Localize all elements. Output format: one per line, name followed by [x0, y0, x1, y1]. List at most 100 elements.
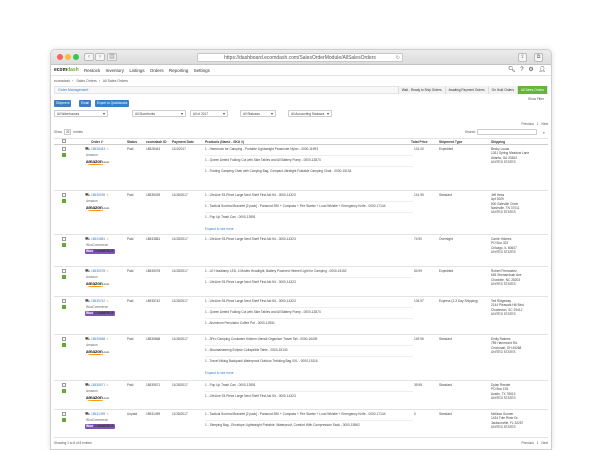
browser-window: ‹ › ▥ https://dashboard.ecomdash.com/Sal… [50, 49, 552, 450]
shipping-address: Robert Fernandez 645 Shenandoah Ave Charlo… [491, 269, 521, 286]
row-checkbox[interactable] [62, 337, 66, 341]
row-checkbox[interactable] [62, 237, 66, 241]
address-line: UNITED STATES [491, 159, 516, 164]
search-input[interactable] [477, 129, 537, 135]
truck-icon: ⛟ [85, 146, 91, 151]
nav-orders[interactable]: Orders [150, 68, 164, 73]
table-row[interactable]: ⛟ 18535742✎ WooCommerce WooCOMMERCE Paid 1853… [54, 297, 548, 335]
table-row[interactable]: ⛟ 18535078✎ Amazon amazon.com Paid 18535078 11… [54, 267, 548, 297]
total-price: 54.99 [414, 269, 422, 273]
ecomdash-id: 18528443 [146, 147, 161, 151]
zoom-window-button[interactable] [73, 54, 79, 60]
shipping-address: Carrie Holmes PO Box 323 Chicago, IL 60607… [491, 237, 517, 254]
forward-icon[interactable]: › [95, 53, 105, 61]
paid-checkmark-icon [62, 199, 66, 203]
expand-link[interactable]: Expand to see more [205, 371, 234, 375]
nav-listings[interactable]: Listings [129, 68, 144, 73]
product-line: 1 - Queen Airbed Folding Cot with Side T… [205, 158, 321, 162]
tab-on-hold[interactable]: On Hold Orders [487, 86, 517, 94]
row-checkbox[interactable] [62, 193, 66, 197]
order-number-link[interactable]: 18533881✎ [91, 237, 109, 241]
close-window-button[interactable] [57, 54, 63, 60]
order-status: Paid [127, 337, 134, 341]
channel-name: Amazon [86, 275, 98, 279]
search-icon[interactable]: 🔍︎ [508, 67, 516, 73]
footer-next-link[interactable]: Next [541, 441, 548, 445]
footer-page-1-link[interactable]: 1 [537, 441, 539, 445]
crumb-home[interactable]: ecomdash [54, 79, 70, 83]
order-number-link[interactable]: 18528443✎ [91, 147, 109, 151]
status-select[interactable]: All Statuses [240, 110, 276, 117]
minimize-window-button[interactable] [65, 54, 71, 60]
prev-link[interactable]: Previous [521, 122, 533, 126]
order-number-link[interactable]: 18535742✎ [91, 299, 109, 303]
tab-awaiting-payment[interactable]: Awaiting Payment Orders [444, 86, 488, 94]
ecomdash-id: 18535668 [146, 337, 161, 341]
nav-settings[interactable]: Settings [194, 68, 210, 73]
crumb-sales-orders[interactable]: Sales Orders [76, 79, 96, 83]
search-icon[interactable]: ⌕ [543, 129, 545, 136]
next-link[interactable]: Next [541, 122, 548, 126]
nav-restock[interactable]: Restock [84, 68, 100, 73]
table-row[interactable]: ⛟ 18535039✎ Amazon amazon.com Paid 18535039 11… [54, 191, 548, 235]
channel-name: Amazon [86, 389, 98, 393]
row-checkbox[interactable] [62, 299, 66, 303]
share-icon[interactable]: ⇪ [518, 53, 527, 62]
select-all-checkbox[interactable] [62, 139, 66, 143]
export-quickbooks-button[interactable]: Export to Quickbooks [95, 100, 130, 107]
warehouse-select[interactable]: All Warehouses [54, 110, 108, 117]
nav-inventory[interactable]: Inventory [106, 68, 125, 73]
table-row[interactable]: ⛟ 18531499✎ WooCommerce WooCOMMERCE Unpaid 18… [54, 410, 548, 438]
table-row[interactable]: ⛟ 18535571✎ Amazon amazon.com Paid 18535571 11… [54, 381, 548, 410]
order-number-link[interactable]: 18535668✎ [91, 337, 109, 341]
order-number-link[interactable]: 18531499✎ [91, 412, 109, 416]
order-status: Unpaid [127, 412, 138, 416]
table-row[interactable]: ⛟ 18528443✎ Amazon amazon.com Paid 18528443 11… [54, 145, 548, 191]
reload-icon[interactable]: ↻ [396, 54, 400, 62]
email-button[interactable]: Email [79, 100, 91, 107]
address-bar[interactable]: https://dashboard.ecomdash.com/SalesOrde… [197, 53, 403, 62]
tab-all-sales-orders[interactable]: All Sales Orders [516, 86, 547, 94]
sidebar-icon[interactable]: ▥ [107, 53, 117, 61]
order-number-link[interactable]: 18535571✎ [91, 383, 109, 387]
ecomdash-logo[interactable]: ecomdash [54, 65, 79, 76]
payment-date: 11/28/2017 [172, 237, 188, 241]
accounting-status-select[interactable]: All Accounting Statuses [288, 110, 332, 117]
order-status: Paid [127, 383, 134, 387]
date-select[interactable]: All of 2017 [190, 110, 228, 117]
showing-text: Showing 1 to 8 of 8 entries [54, 441, 92, 445]
nav-reporting[interactable]: Reporting [169, 68, 189, 73]
shipping-address: Becky Lucas 1261 Spring Meadow Lane Atlant… [491, 147, 529, 164]
expand-link[interactable]: Expand to see more [205, 227, 234, 231]
shipment-button[interactable]: Shipment [54, 100, 72, 107]
storefront-select[interactable]: All Storefronts [132, 110, 186, 117]
note-icon: ✎ [106, 193, 109, 197]
address-line: UNITED STATES [491, 210, 516, 215]
gear-icon[interactable]: ⚙ [528, 67, 533, 73]
row-checkbox[interactable] [62, 269, 66, 273]
product-line: 1 - Aluminum Percolator Coffee Pot - 000… [205, 321, 275, 325]
order-number-link[interactable]: 18535039✎ [91, 193, 109, 197]
table-row[interactable]: ⛟ 18533881✎ WooCommerce WooCOMMERCE Paid 1853… [54, 235, 548, 267]
order-number-link[interactable]: 18535078✎ [91, 269, 109, 273]
page-1-link[interactable]: 1 [537, 122, 539, 126]
address-line: 645 Shenandoah Ave [491, 273, 522, 278]
table-row[interactable]: ⛟ 18535668✎ Amazon amazon.com Paid 18535668 11… [54, 335, 548, 381]
user-icon[interactable]: 👤︎ [538, 67, 546, 73]
total-price: 149.96 [414, 337, 424, 341]
crumb-all-sales-orders: All Sales Orders [102, 79, 128, 83]
length-search-row: Show 25 entries Search: ⌕ [54, 129, 548, 137]
tab-ready-to-ship[interactable]: Wait - Ready to Ship Orders [397, 86, 445, 94]
note-icon: ✎ [106, 337, 109, 341]
product-line: 1 - Sleeping Bag - Envelope Lightweight … [205, 423, 360, 427]
row-checkbox[interactable] [62, 147, 66, 151]
row-checkbox[interactable] [62, 383, 66, 387]
entries-select[interactable]: 25 [63, 129, 72, 135]
ecomdash-id: 18533881 [146, 237, 161, 241]
back-icon[interactable]: ‹ [84, 53, 94, 61]
footer-prev-link[interactable]: Previous [521, 441, 533, 445]
tabs-icon[interactable]: ⧉ [534, 53, 543, 62]
row-checkbox[interactable] [62, 412, 66, 416]
help-icon[interactable]: ? [520, 67, 523, 73]
orders-table: ⛟ 18528443✎ Amazon amazon.com Paid 18528443 11… [54, 145, 548, 438]
